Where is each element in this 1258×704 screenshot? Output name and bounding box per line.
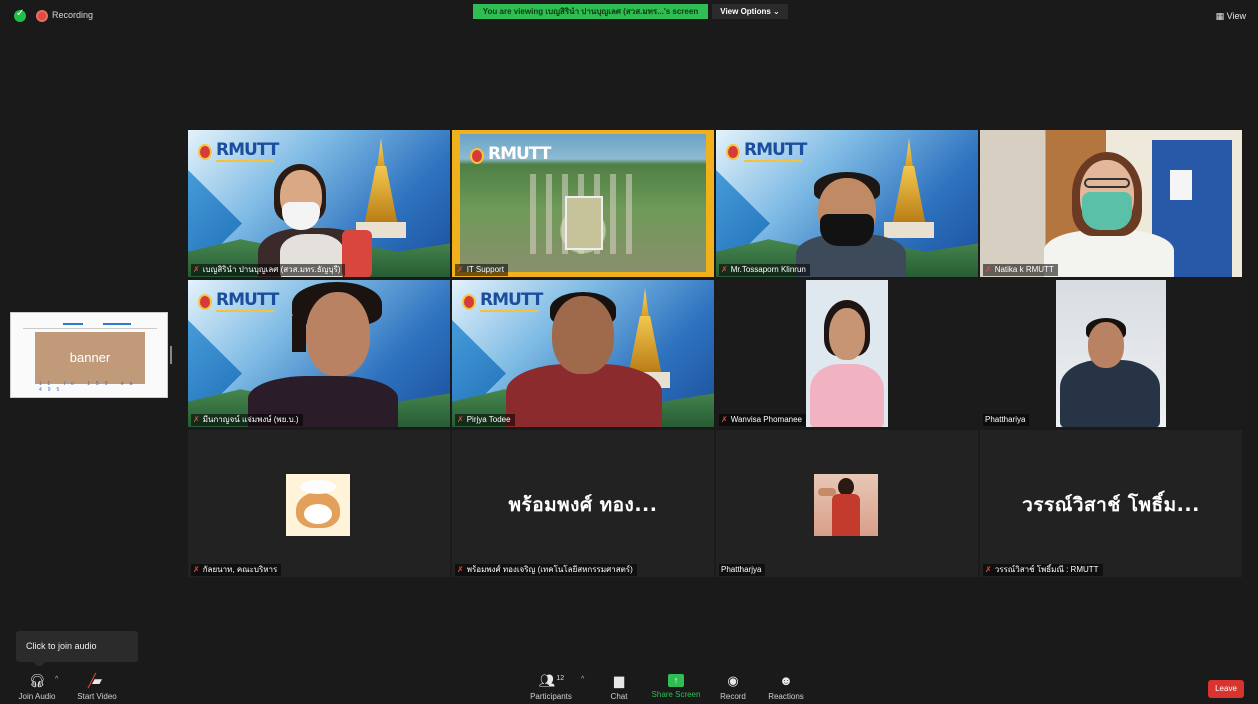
participant-tile[interactable]: Phattharjya: [716, 430, 978, 577]
recording-label: Recording: [52, 10, 94, 20]
headphones-icon: 🎧︎: [28, 673, 46, 688]
share-screen-button[interactable]: ↑ Share Screen: [650, 666, 702, 704]
participant-name: ✗ Mr.Tossaporn Klinrun: [719, 264, 810, 276]
join-audio-button[interactable]: 🎧︎ Join Audio: [14, 666, 60, 704]
muted-mic-icon: ✗: [193, 565, 200, 574]
participant-name: ✗ เบญสิรินำ ปานบุญเลศ (สวส.มทร.ธัญบุรี): [191, 264, 345, 276]
rmutt-logo: RMUTT: [198, 290, 279, 316]
security-shield-icon[interactable]: [14, 8, 26, 22]
audio-options-caret-icon[interactable]: ^: [55, 676, 58, 683]
grid-icon: ▦: [1215, 11, 1227, 21]
muted-mic-icon: ✗: [457, 415, 464, 424]
participant-name: Phattharjya: [719, 564, 766, 576]
participant-tile[interactable]: RMUTT ✗ Mr.Tossaporn Klinrun: [716, 130, 978, 277]
reactions-icon: ☻: [779, 673, 793, 688]
participant-tile[interactable]: ✗ Wanvisa Phomanee: [716, 280, 978, 427]
gallery-grid: RMUTT ✗ เบญสิรินำ ปานบุญเลศ (สวส.มทร.ธัญบ…: [188, 130, 1244, 578]
record-label: Record: [720, 692, 746, 701]
participant-tile[interactable]: RMUTT ✗ เบญสิรินำ ปานบุญเลศ (สวส.มทร.ธัญบ…: [188, 130, 450, 277]
share-screen-icon: ↑: [668, 674, 684, 687]
participant-tile[interactable]: วรรณ์วิสาช์ โพธิ์ม... ✗ วรรณ์วิสาช์ โพธิ์…: [980, 430, 1242, 577]
muted-mic-icon: ✗: [457, 565, 464, 574]
participant-tile[interactable]: RMUTT ✗ Pirjya Todee: [452, 280, 714, 427]
participant-video: [806, 280, 888, 427]
viewing-screen-banner: You are viewing เบญสิรินำ ปานบุญเลศ (สวส…: [473, 4, 708, 19]
record-icon: ◉: [727, 673, 739, 688]
top-bar: Recording You are viewing เบญสิรินำ ปานบ…: [0, 0, 1258, 32]
chat-icon: ▆: [614, 673, 624, 688]
participant-tile[interactable]: Phatthariya: [980, 280, 1242, 427]
participant-tile[interactable]: ✗ กัลยนาท, คณะบริหาร: [188, 430, 450, 577]
participant-name: ✗ Pirjya Todee: [455, 414, 515, 426]
participant-name: ✗ พร้อมพงศ์ ทองเจริญ (เทคโนโลยีสหกรรมศาสต…: [455, 564, 637, 576]
rmutt-logo: RMUTT: [470, 144, 551, 170]
shared-screen-toolbar: [23, 319, 157, 329]
virtual-background: RMUTT: [452, 130, 714, 277]
participant-name-placeholder: วรรณ์วิสาช์ โพธิ์ม...: [1022, 494, 1200, 516]
shared-screen-banner: banner: [35, 332, 145, 384]
shared-screen-thumbnail[interactable]: banner 11 to 150 ea 495: [10, 312, 168, 398]
participant-name: ✗ Wanvisa Phomanee: [719, 414, 806, 426]
participant-tile[interactable]: RMUTT ✗ มีนกาญจน์ แจ่มพงษ์ (พย.บ.): [188, 280, 450, 427]
muted-mic-icon: ✗: [985, 265, 992, 274]
start-video-label: Start Video: [77, 692, 117, 701]
reactions-label: Reactions: [768, 692, 804, 701]
muted-mic-icon: ✗: [457, 265, 464, 274]
meeting-toolbar: 🎧︎ Join Audio ^ ▰ ╱ Start Video 👥︎12 Part…: [0, 666, 1258, 704]
participant-tile[interactable]: ✗ Natika k RMUTT: [980, 130, 1242, 277]
muted-mic-icon: ✗: [985, 565, 992, 574]
chat-button[interactable]: ▆ Chat: [604, 666, 634, 704]
participants-label: Participants: [530, 692, 572, 701]
participants-options-caret-icon[interactable]: ^: [581, 676, 584, 683]
start-video-button[interactable]: ▰ ╱ Start Video: [74, 666, 120, 704]
participants-button[interactable]: 👥︎12 Participants: [526, 666, 576, 704]
pagoda-image: [884, 138, 934, 238]
participant-name: ✗ กัลยนาท, คณะบริหาร: [191, 564, 282, 576]
join-audio-label: Join Audio: [18, 692, 56, 701]
muted-mic-icon: ✗: [721, 265, 728, 274]
participant-tile[interactable]: RMUTT ✗ IT Support: [452, 130, 714, 277]
share-screen-label: Share Screen: [651, 690, 701, 699]
avatar: [814, 474, 878, 536]
participant-name: ✗ Natika k RMUTT: [983, 264, 1058, 276]
record-button[interactable]: ◉ Record: [716, 666, 750, 704]
shared-screen-footer: 11 to 150 ea 495: [39, 381, 139, 393]
participants-icon: 👥︎12: [538, 673, 565, 688]
resize-handle[interactable]: [170, 346, 172, 364]
rmutt-logo: RMUTT: [198, 140, 279, 166]
participant-video: [1056, 280, 1166, 427]
muted-mic-icon: ✗: [193, 265, 200, 274]
view-layout-button[interactable]: ▦ View: [1216, 11, 1246, 22]
muted-mic-icon: ✗: [721, 415, 728, 424]
avatar: [286, 474, 350, 536]
leave-button[interactable]: Leave: [1208, 680, 1244, 698]
muted-mic-icon: ✗: [193, 415, 200, 424]
reactions-button[interactable]: ☻ Reactions: [764, 666, 808, 704]
recording-icon: [36, 10, 48, 22]
participants-count: 12: [556, 675, 565, 682]
participant-name: ✗ มีนกาญจน์ แจ่มพงษ์ (พย.บ.): [191, 414, 303, 426]
video-off-icon: ▰ ╱: [88, 673, 102, 688]
participant-name-placeholder: พร้อมพงศ์ ทอง...: [508, 494, 658, 516]
join-audio-tooltip: Click to join audio: [16, 631, 138, 668]
pagoda-image: [356, 138, 406, 238]
rmutt-logo: RMUTT: [726, 140, 807, 166]
participant-name: Phatthariya: [983, 414, 1030, 426]
participant-name: ✗ IT Support: [455, 264, 508, 276]
rmutt-logo: RMUTT: [462, 290, 543, 316]
participant-tile[interactable]: พร้อมพงศ์ ทอง... ✗ พร้อมพงศ์ ทองเจริญ (เท…: [452, 430, 714, 577]
view-label: View: [1226, 11, 1246, 21]
participant-name: ✗ วรรณ์วิสาช์ โพธิ์มณี : RMUTT: [983, 564, 1103, 576]
chat-label: Chat: [610, 692, 628, 701]
view-options-button[interactable]: View Options ⌄: [712, 4, 788, 19]
